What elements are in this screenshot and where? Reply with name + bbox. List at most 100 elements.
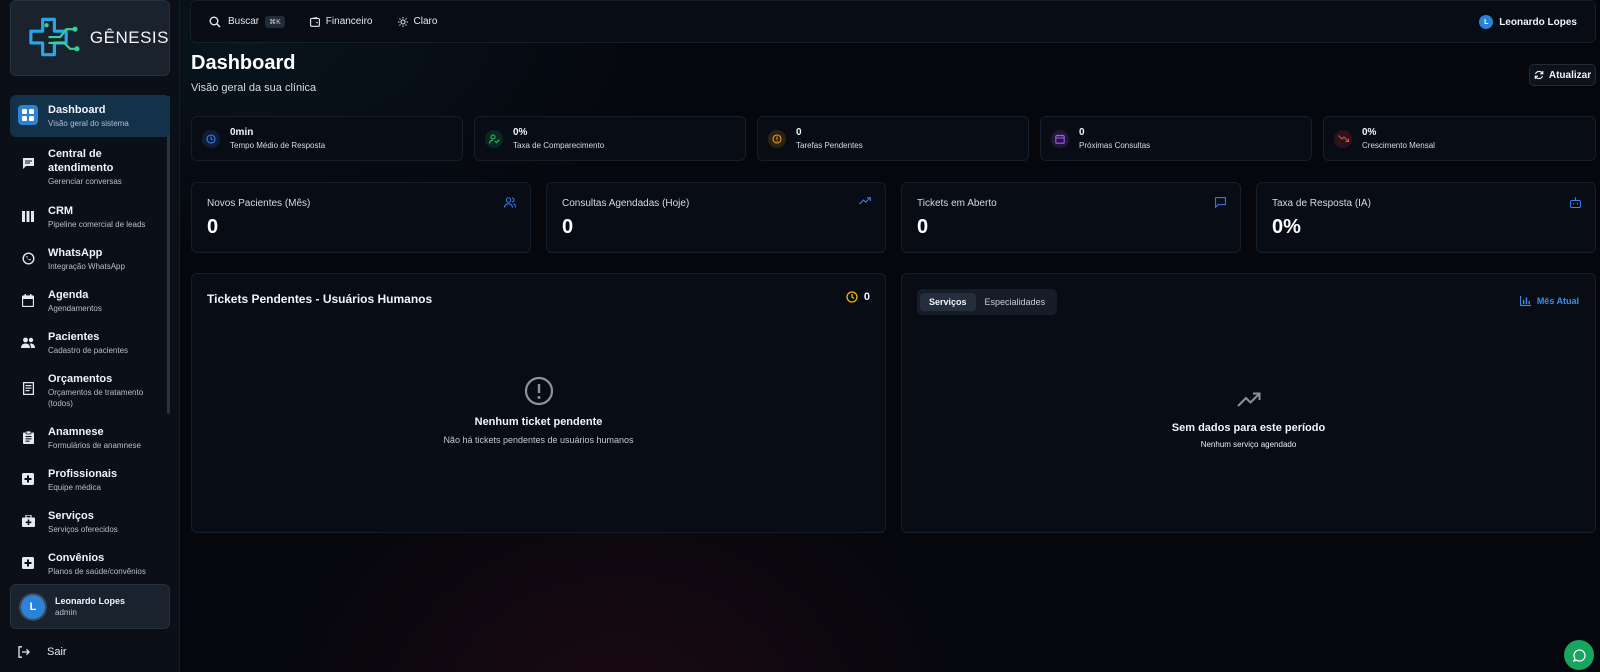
refresh-button[interactable]: Atualizar <box>1529 64 1596 86</box>
stat-card-open-tickets: Tickets em Aberto 0 <box>901 182 1241 253</box>
mini-stat-response-time: 0min Tempo Médio de Resposta <box>191 116 463 161</box>
sidebar-item-title: Agenda <box>48 289 89 301</box>
page-subtitle: Visão geral da sua clínica <box>191 82 317 94</box>
trending-down-icon <box>1334 129 1352 148</box>
calendar-icon <box>1051 129 1069 148</box>
tab-servicos[interactable]: Serviços <box>920 293 976 311</box>
sidebar-item-title: Anamnese <box>48 426 104 438</box>
stat-label: Consultas Agendadas (Hoje) <box>562 198 690 209</box>
logout-icon <box>18 646 30 658</box>
genesis-logo-icon <box>29 17 80 57</box>
period-selector[interactable]: Mês Atual <box>1519 296 1579 306</box>
sidebar-item-profissionais[interactable]: Profissionais Equipe médica <box>10 459 170 501</box>
sidebar-nav: Dashboard Visão geral do sistema Central … <box>10 95 170 585</box>
kanban-icon <box>18 206 38 226</box>
sidebar-item-subtitle: Serviços oferecidos <box>48 525 118 534</box>
whatsapp-icon <box>18 248 38 268</box>
empty-subtitle: Nenhum serviço agendado <box>1200 440 1297 449</box>
bot-icon <box>1570 197 1581 208</box>
tickets-empty-state: Nenhum ticket pendente Não há tickets pe… <box>192 376 885 445</box>
sidebar-item-orcamentos[interactable]: Orçamentos Orçamentos de tratamento (todo… <box>10 364 170 417</box>
logout-button[interactable]: Sair <box>18 646 67 658</box>
medical-bag-icon <box>18 511 38 531</box>
finance-button[interactable]: Financeiro <box>309 16 373 27</box>
refresh-label: Atualizar <box>1548 69 1592 81</box>
panel-title: Tickets Pendentes - Usuários Humanos <box>207 292 433 306</box>
sidebar-item-pacientes[interactable]: Pacientes Cadastro de pacientes <box>10 322 170 364</box>
dashboard-grid-icon <box>18 105 38 125</box>
sidebar-item-subtitle: Planos de saúde/convênios <box>48 567 146 576</box>
topbar-user-menu[interactable]: L Leonardo Lopes <box>1479 15 1577 29</box>
sidebar-item-title: Profissionais <box>48 468 118 480</box>
sidebar-item-crm[interactable]: CRM Pipeline comercial de leads <box>10 196 170 238</box>
alert-circle-icon <box>524 376 553 406</box>
sidebar-item-subtitle: Orçamentos de tratamento (todos) <box>48 388 144 408</box>
sidebar-item-agenda[interactable]: Agenda Agendamentos <box>10 280 170 322</box>
sidebar-item-anamnese[interactable]: Anamnese Formulários de anamnese <box>10 417 170 459</box>
receipt-icon <box>18 378 38 398</box>
theme-label: Claro <box>413 16 438 27</box>
sidebar-item-subtitle: Formulários de anamnese <box>48 441 141 450</box>
sidebar-item-servicos[interactable]: Serviços Serviços oferecidos <box>10 501 170 543</box>
sidebar-item-convenios[interactable]: Convênios Planos de saúde/convênios <box>10 543 170 585</box>
brand-logo[interactable]: GÊNESIS <box>10 0 170 76</box>
user-check-icon <box>485 129 503 148</box>
mini-stat-pending-tasks: 0 Tarefas Pendentes <box>757 116 1029 161</box>
finance-label: Financeiro <box>325 16 373 27</box>
chat-bubble-icon <box>18 153 38 173</box>
sidebar-user-card[interactable]: L Leonardo Lopes admin <box>10 584 170 629</box>
stat-label: Tickets em Aberto <box>917 198 997 209</box>
search-label: Buscar <box>228 16 260 27</box>
search-icon <box>209 16 221 28</box>
sidebar-item-subtitle: Agendamentos <box>48 304 102 313</box>
sidebar-item-subtitle: Cadastro de pacientes <box>48 346 129 355</box>
sidebar-item-title: Orçamentos <box>48 373 113 385</box>
mini-stat-label: Crescimento Mensal <box>1362 141 1435 150</box>
stat-label: Taxa de Resposta (IA) <box>1272 198 1371 209</box>
mini-stat-attendance-rate: 0% Taxa de Comparecimento <box>474 116 746 161</box>
sidebar-item-title: Serviços <box>48 510 94 522</box>
pending-tickets-panel: Tickets Pendentes - Usuários Humanos 0 N… <box>191 273 886 533</box>
tab-especialidades[interactable]: Especialidades <box>976 293 1055 311</box>
sidebar-item-title: Central de atendimento <box>48 148 114 174</box>
user-role: admin <box>55 608 77 617</box>
sidebar-item-subtitle: Pipeline comercial de leads <box>48 220 146 229</box>
stat-card-appointments-today: Consultas Agendadas (Hoje) 0 <box>546 182 886 253</box>
mini-stat-value: 0min <box>230 127 254 138</box>
bar-chart-icon <box>1519 296 1531 306</box>
topbar-user-name: Leonardo Lopes <box>1499 16 1577 28</box>
calendar-icon <box>18 290 38 310</box>
sidebar-item-title: CRM <box>48 205 74 217</box>
stat-label: Novos Pacientes (Mês) <box>207 198 311 209</box>
topbar: Buscar ⌘K Financeiro Claro L Leonardo Lo… <box>190 0 1596 43</box>
alert-circle-icon <box>768 129 786 148</box>
pending-count-badge: 0 <box>846 291 870 303</box>
sidebar-item-subtitle: Visão geral do sistema <box>48 119 129 128</box>
pending-count: 0 <box>863 291 870 303</box>
chat-bubble-icon <box>1572 648 1586 662</box>
sidebar: GÊNESIS Dashboard Visão geral do sistema … <box>0 0 180 672</box>
wallet-icon <box>309 16 320 27</box>
empty-title: Sem dados para este período <box>1171 422 1326 434</box>
clock-icon <box>202 129 220 148</box>
stat-value: 0% <box>1272 216 1301 238</box>
stat-card-ai-response-rate: Taxa de Resposta (IA) 0% <box>1256 182 1596 253</box>
sidebar-item-title: Convênios <box>48 552 105 564</box>
trending-up-icon <box>859 197 871 205</box>
chat-support-button[interactable] <box>1564 640 1594 670</box>
sidebar-item-title: Dashboard <box>48 104 106 116</box>
sun-icon <box>397 16 408 27</box>
search-button[interactable]: Buscar ⌘K <box>209 15 285 28</box>
services-tabs: Serviços Especialidades <box>917 289 1058 315</box>
stat-card-new-patients: Novos Pacientes (Mês) 0 <box>191 182 531 253</box>
mini-stat-label: Tempo Médio de Resposta <box>230 141 326 150</box>
stat-value: 0 <box>562 216 574 238</box>
theme-toggle[interactable]: Claro <box>397 16 438 27</box>
mini-stat-label: Taxa de Comparecimento <box>513 141 605 150</box>
sidebar-item-whatsapp[interactable]: WhatsApp Integração WhatsApp <box>10 238 170 280</box>
sidebar-item-dashboard[interactable]: Dashboard Visão geral do sistema <box>10 95 170 137</box>
avatar: L <box>21 594 45 619</box>
empty-subtitle: Não há tickets pendentes de usuários hum… <box>443 435 634 445</box>
sidebar-item-central-atendimento[interactable]: Central de atendimento Gerenciar conversa… <box>10 139 170 196</box>
period-label: Mês Atual <box>1536 296 1579 306</box>
